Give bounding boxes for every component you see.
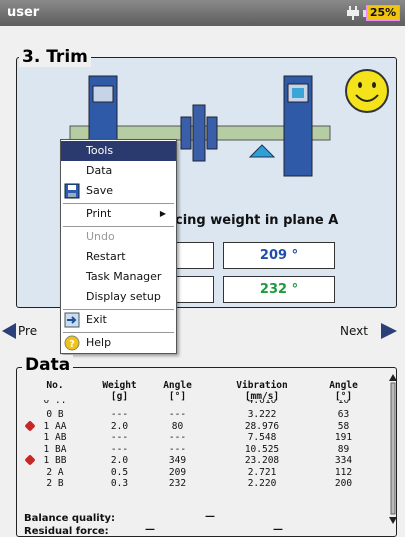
table-cell: 2 B [46, 478, 64, 489]
table-cell: 0 B [46, 409, 64, 420]
table-cell: --- [110, 432, 129, 443]
table-cell: 0.5 [110, 466, 129, 478]
table-cell: 0.3 [110, 478, 129, 489]
menu-item-tools[interactable]: Tools [61, 141, 176, 161]
table-header: Weight [102, 380, 137, 391]
menu-item-display-setup[interactable]: Display setup [61, 287, 176, 307]
table-cell: --- [110, 409, 129, 420]
table-cell-partial: 0 .. [43, 400, 67, 406]
weight-box-bottom [172, 276, 214, 303]
weight-marker-triangle [248, 144, 276, 158]
disc-plate-b [192, 104, 206, 162]
menu-item-help[interactable]: ? Help [61, 333, 176, 353]
menu-item-restart[interactable]: Restart [61, 247, 176, 267]
floppy-disk-icon [64, 183, 80, 199]
menu-item-save[interactable]: Save [61, 181, 176, 201]
arrow-left-icon [2, 323, 16, 339]
scroll-up-icon [389, 374, 397, 381]
next-button[interactable]: Next [340, 322, 402, 342]
table-cell: --- [168, 432, 187, 443]
disc-plate-c [206, 116, 218, 150]
arrow-right-icon [381, 323, 397, 339]
table-cell-partial [92, 400, 147, 406]
table-header: Vibration [236, 380, 288, 391]
table-cell: 2 A [46, 466, 64, 478]
right-bearing-sensor [292, 88, 304, 98]
prev-button[interactable]: Pre [2, 322, 62, 342]
table-cell: --- [168, 409, 187, 420]
disc-plate-a [180, 116, 192, 150]
menu-item-undo: Undo [86, 230, 115, 243]
table-cell: 2.0 [110, 420, 129, 432]
table-cell: 1 BA [43, 443, 67, 455]
table-header: Angle [329, 380, 358, 391]
menu-item-data[interactable]: Data [61, 161, 176, 181]
scroll-track [390, 382, 396, 515]
table-header: Angle [163, 380, 192, 391]
prev-label: Pre [18, 324, 38, 338]
table-cell: 89 [337, 443, 350, 455]
next-label: Next [340, 324, 368, 338]
table-header: No. [46, 380, 64, 391]
table-cell: 1 AA [43, 420, 67, 432]
balance-quality-label: Balance quality: [24, 513, 116, 524]
residual-force-label: Residual force: [24, 526, 109, 537]
menu-item-exit[interactable]: Exit [61, 310, 176, 330]
table-cell: 58 [337, 420, 350, 432]
table-cell: 23.208 [244, 455, 280, 466]
trim-caption: cing weight in plane A [175, 213, 339, 228]
weight-box-top [172, 242, 214, 269]
svg-text:?: ? [69, 339, 75, 350]
menu-item-task-manager[interactable]: Task Manager [61, 267, 176, 287]
table-cell: 349 [168, 455, 187, 466]
smiley-icon [345, 69, 389, 113]
scroll-down-icon [389, 517, 397, 524]
angle-top-value: 209 ° [223, 242, 335, 269]
table-cell: 200 [334, 478, 353, 489]
table-cell: 2.0 [110, 455, 129, 466]
table-cell-partial: 4.010 [247, 400, 277, 406]
table-cell: 2.220 [247, 478, 277, 489]
submenu-arrow-icon: ▶ [159, 209, 166, 218]
table-cell: 232 [168, 478, 187, 489]
table-cell: 191 [334, 432, 353, 443]
table-cell: 334 [334, 455, 353, 466]
table-cell: 63 [337, 409, 350, 420]
context-menu: Tools Data Save Print ▶ Undo Restart Task… [60, 139, 177, 354]
exit-arrow-icon [64, 312, 80, 328]
balance-quality-value: — [205, 511, 215, 522]
table-cell-partial [150, 400, 205, 406]
table-cell: --- [168, 443, 187, 455]
table-cell: 80 [171, 420, 184, 432]
table-cell: 209 [168, 466, 187, 478]
menu-item-print[interactable]: Print ▶ [61, 204, 176, 224]
table-cell-partial: 10 [337, 400, 350, 406]
table-cell: 112 [334, 466, 353, 478]
angle-bottom-value: 232 ° [223, 276, 335, 303]
table-cell: 10.525 [244, 443, 280, 455]
table-cell: 28.976 [244, 420, 280, 432]
scrollbar[interactable] [388, 374, 398, 524]
help-icon: ? [64, 335, 80, 351]
table-cell: 2.721 [247, 466, 277, 478]
table-cell: 1 AB [43, 432, 67, 443]
table-cell: 3.222 [247, 409, 277, 420]
table-cell: 7.548 [247, 432, 277, 443]
left-bearing-window [92, 85, 114, 103]
table-cell: --- [110, 443, 129, 455]
residual-force-value: — [273, 524, 283, 535]
table-cell: 1 BB [43, 455, 67, 466]
residual-force-value: — [145, 524, 155, 535]
data-heading: Data [22, 355, 74, 375]
